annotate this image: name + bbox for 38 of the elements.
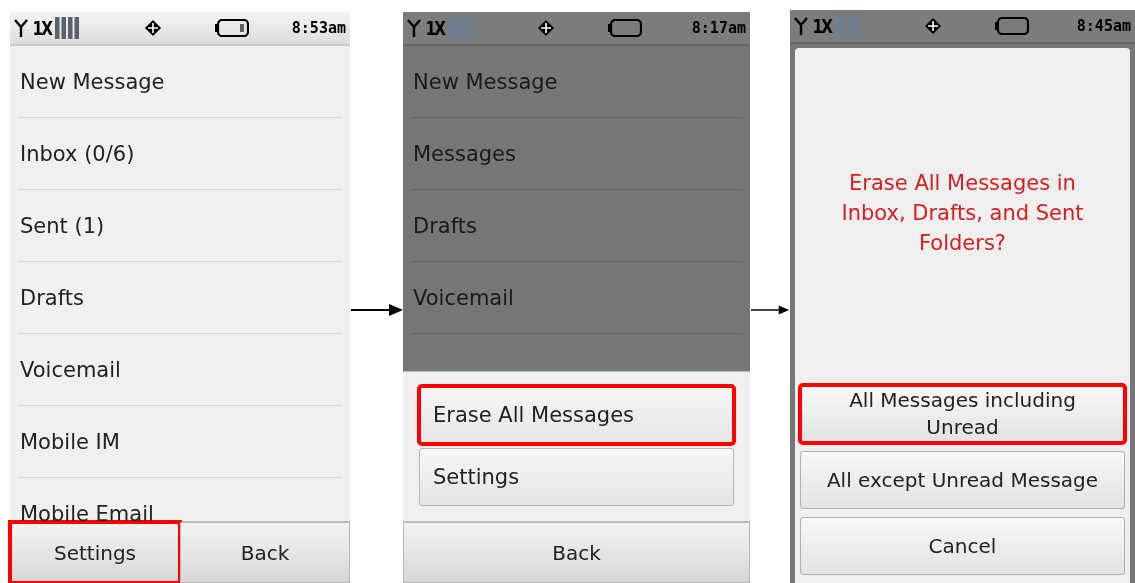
menu-item[interactable]: Inbox (0/6) [18,118,342,190]
clock-time: 8:45am [1076,17,1131,35]
softkey-button[interactable]: Back [403,522,750,583]
menu-item[interactable]: Messages [411,118,742,190]
clock-time: 8:17am [691,19,746,37]
menu-item[interactable]: Voicemail [18,334,342,406]
softkey-button[interactable]: Back [180,522,350,583]
signal-antenna-icon [407,18,421,38]
dialog-option-button[interactable]: All Messages including Unread [800,385,1125,443]
battery-icon [994,17,1029,35]
softkey-button[interactable]: Settings [10,522,180,583]
menu-item[interactable]: Drafts [18,262,342,334]
signal-antenna-icon [794,16,808,36]
clock-time: 8:53am [291,19,346,37]
signal-antenna-icon [14,18,28,38]
menu-item[interactable]: Voicemail [411,262,742,334]
signal-bars-icon [834,15,861,37]
popup-option-button[interactable]: Settings [419,448,734,506]
menu-item[interactable]: New Message [411,46,742,118]
menu-item[interactable]: Sent (1) [18,190,342,262]
network-type: 1X [32,17,52,39]
dialog-option-button[interactable]: Cancel [800,517,1125,575]
battery-icon [214,19,249,37]
network-type: 1X [812,15,832,37]
signal-bars-icon [54,17,81,39]
crosshair-icon [924,18,941,34]
arrow-icon [350,302,403,317]
dialog-message: Erase All Messages in Inbox, Drafts, and Sent Folders? [840,170,1085,257]
signal-bars-icon [447,17,474,39]
crosshair-icon [537,20,554,36]
menu-item[interactable]: New Message [18,46,342,118]
dialog-option-button[interactable]: All except Unread Message [800,451,1125,509]
menu-item[interactable]: Mobile IM [18,406,342,478]
popup-option-button[interactable]: Erase All Messages [419,386,734,444]
crosshair-icon [144,20,161,36]
network-type: 1X [425,17,445,39]
menu-item[interactable]: Drafts [411,190,742,262]
battery-icon [607,19,642,37]
